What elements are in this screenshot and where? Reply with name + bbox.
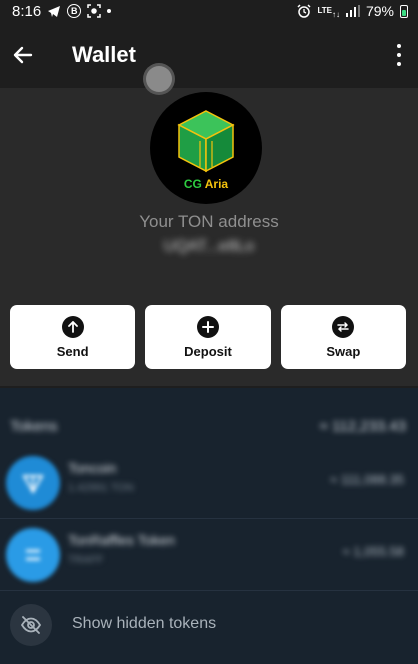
app-header: Wallet <box>0 28 418 84</box>
send-label: Send <box>56 343 89 359</box>
token-row[interactable]: Toncoin 1.42991 TON ≈ 111,088.35 <box>0 452 418 512</box>
token-value: ≈ 1,055.58 <box>342 544 404 559</box>
touch-indicator <box>146 66 172 92</box>
action-buttons: Send Deposit Swap <box>10 305 406 369</box>
token-divider <box>0 518 418 519</box>
status-bar: 8:16 B LTE ↑↓ 79% <box>0 0 418 22</box>
signal-icon <box>345 5 360 17</box>
telegram-icon <box>47 5 61 18</box>
alarm-icon <box>297 4 311 18</box>
show-hidden-tokens-button[interactable]: Show hidden tokens <box>0 598 418 648</box>
battery-percent: 79% <box>365 3 394 19</box>
tokens-total: ≈ 112,233.43 <box>319 418 406 435</box>
eye-off-icon <box>10 604 52 646</box>
screenshot-icon <box>87 4 101 18</box>
toncoin-icon <box>6 456 60 510</box>
cube-logo-icon <box>177 110 235 173</box>
deposit-label: Deposit <box>184 343 232 359</box>
token-row[interactable]: TonRaffles Token TRAFF ≈ 1,055.58 <box>0 524 418 584</box>
battery-icon <box>400 4 408 18</box>
back-arrow-icon[interactable] <box>10 42 36 68</box>
traff-token-icon <box>6 528 60 582</box>
address-value[interactable]: UQAT...e8Lo <box>0 238 418 256</box>
token-name: Toncoin <box>68 460 117 476</box>
deposit-button[interactable]: Deposit <box>145 305 271 369</box>
logo-caption: CG Aria <box>183 177 229 191</box>
token-name: TonRaffles Token <box>68 532 175 548</box>
swap-button[interactable]: Swap <box>280 305 406 369</box>
send-button[interactable]: Send <box>10 305 136 369</box>
show-hidden-tokens-label: Show hidden tokens <box>72 615 217 632</box>
swap-label: Swap <box>326 343 361 359</box>
tokens-title: Tokens <box>10 418 58 435</box>
arrow-up-icon <box>61 315 84 338</box>
tokens-panel: Tokens ≈ 112,233.43 Toncoin 1.42991 TON … <box>0 388 418 664</box>
lte-icon: LTE ↑↓ <box>317 6 340 19</box>
tokens-header: Tokens ≈ 112,233.43 <box>10 418 406 435</box>
token-balance: TRAFF <box>68 554 104 566</box>
address-label: Your TON address <box>139 212 279 231</box>
status-time: 8:16 <box>12 2 42 20</box>
token-value: ≈ 111,088.35 <box>330 472 404 487</box>
plus-icon <box>196 315 219 338</box>
token-divider <box>0 590 418 591</box>
token-balance: 1.42991 TON <box>68 482 134 494</box>
notification-dot-icon <box>107 9 112 13</box>
b-badge-icon: B <box>67 4 82 18</box>
wallet-logo: CG Aria <box>150 92 262 204</box>
more-options-icon[interactable] <box>394 42 404 68</box>
page-title: Wallet <box>72 42 136 67</box>
swap-icon <box>332 315 355 338</box>
